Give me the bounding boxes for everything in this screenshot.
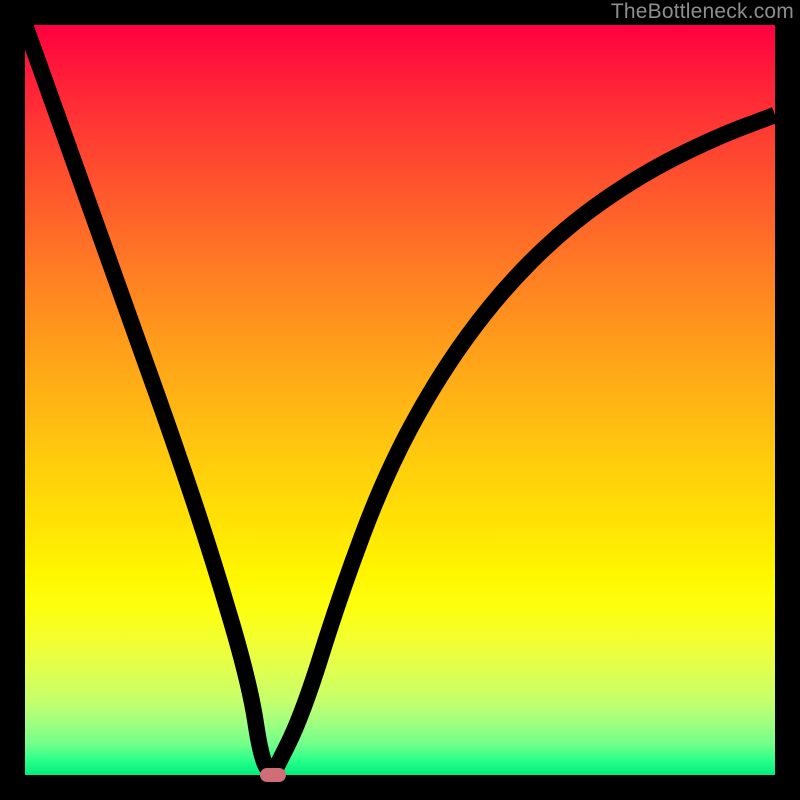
curve-path-right: [273, 115, 776, 775]
chart-frame: TheBottleneck.com: [0, 0, 800, 800]
curve-svg: [25, 25, 775, 775]
plot-area: [25, 25, 775, 775]
watermark-text: TheBottleneck.com: [611, 0, 794, 24]
curve-path-left: [25, 25, 273, 775]
vertex-marker: [260, 768, 286, 782]
